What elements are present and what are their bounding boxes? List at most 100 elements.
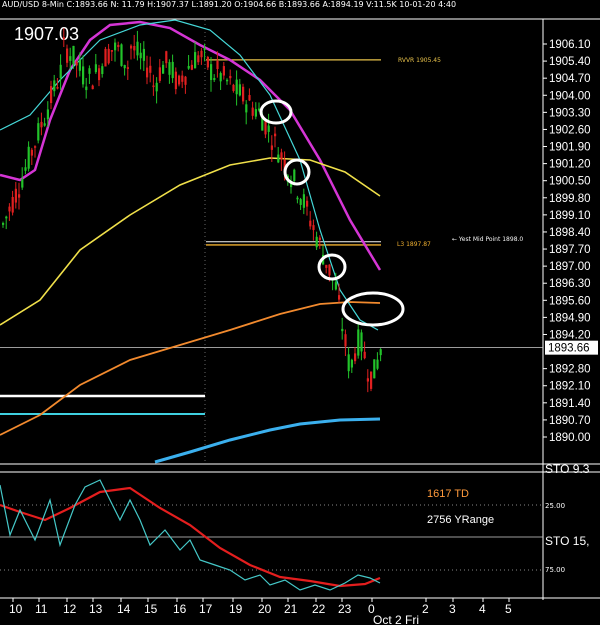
candle-body (27, 146, 30, 169)
candle-body (238, 84, 241, 96)
candle-body (162, 64, 165, 74)
candle-body (376, 359, 379, 369)
price-tick-label: 1899.80 (549, 193, 591, 205)
price-tick-label: 1899.10 (549, 210, 591, 222)
time-tick-label: 10 (9, 602, 23, 616)
candle-body (46, 109, 49, 120)
ma-magenta (0, 20, 382, 271)
time-tick-label: 23 (338, 602, 352, 616)
candle-body (296, 197, 299, 200)
candle-body (254, 109, 257, 117)
candle-body (59, 64, 62, 79)
candle-body (98, 68, 101, 81)
time-tick-label: 2 (422, 602, 429, 616)
time-tick-label: 20 (258, 602, 272, 616)
candle-body (379, 349, 382, 356)
header-quote-line: AUD/USD 8-Min C:1893.66 N: 11.79 H:1907.… (2, 0, 456, 9)
candle-body (187, 65, 190, 69)
candle-body (200, 50, 203, 58)
time-tick-label: 15 (144, 602, 158, 616)
price-tick-label: 1894.20 (549, 329, 591, 341)
candle-body (107, 48, 110, 64)
candle-body (130, 45, 133, 49)
price-axis: 1906.10 1905.40 1904.70 1904.00 1903.30 1902.… (543, 39, 598, 444)
candle-body (248, 95, 251, 101)
candle-body (299, 199, 302, 205)
annotation-circles (259, 99, 405, 327)
price-tick-label: 1892.80 (549, 364, 591, 376)
candle-body (242, 86, 245, 102)
candle-body (2, 223, 5, 225)
price-tick-label: 1904.70 (549, 73, 591, 85)
candle-body (181, 75, 184, 82)
candle-body (37, 123, 40, 141)
candle-body (235, 79, 238, 95)
price-tick-label: 1903.30 (549, 107, 591, 119)
candle-body (226, 79, 229, 82)
time-tick-label: 12 (63, 602, 77, 616)
date-label: Oct 2 Fri (373, 613, 419, 625)
candle-body (293, 169, 296, 181)
candle-body (206, 56, 209, 68)
candle-body (168, 62, 171, 75)
price-chart[interactable]: AUD/USD 8-Min C:1893.66 N: 11.79 H:1907.… (0, 0, 600, 625)
price-tick-label: 1897.00 (549, 261, 591, 273)
time-tick-label: 14 (117, 602, 131, 616)
candle-body (232, 84, 235, 91)
candle-body (251, 107, 254, 116)
candle-body (85, 86, 88, 91)
candle-body (277, 154, 280, 163)
candle-body (8, 206, 11, 212)
candle-body (219, 73, 222, 82)
td-label: 1617 TD (427, 488, 469, 500)
time-tick-label: 22 (312, 602, 326, 616)
price-tick-label: 1896.30 (549, 278, 591, 290)
candle-body (229, 75, 232, 79)
yest-mid-label: ← Yest Mid Point 1898.0 (452, 236, 523, 243)
sto-label-top: STO 9.3 (545, 462, 590, 476)
candle-body (363, 351, 366, 359)
candle-body (341, 328, 344, 332)
candle-body (210, 64, 213, 80)
price-tick-label: 1900.50 (549, 176, 591, 188)
level-lines (0, 59, 381, 415)
candle-body (11, 196, 14, 213)
oscillator-panel (0, 479, 381, 591)
price-tick-label: 1890.00 (549, 432, 591, 444)
candle-body (216, 60, 219, 70)
candle-body (155, 82, 158, 92)
candle-body (197, 55, 200, 63)
current-price-label: 1893.66 (548, 343, 590, 355)
candle-body (338, 295, 341, 300)
price-tick-label: 1890.70 (549, 415, 591, 427)
candle-body (328, 264, 331, 276)
time-tick-label: 3 (449, 602, 456, 616)
last-price-large: 1907.03 (14, 24, 79, 44)
candle-body (184, 76, 187, 85)
candle-body (174, 71, 177, 90)
candle-body (114, 42, 117, 51)
candle-body (133, 45, 136, 51)
candle-body (34, 146, 37, 148)
candle-body (62, 37, 65, 40)
time-tick-label: 11 (35, 602, 48, 616)
candle-body (245, 104, 248, 113)
time-tick-label: 4 (479, 602, 486, 616)
candle-body (91, 85, 94, 90)
price-tick-label: 1901.20 (549, 159, 591, 171)
candle-body (136, 41, 139, 56)
candles (2, 28, 382, 393)
candle-body (274, 133, 277, 137)
candle-body (30, 149, 33, 156)
candle-body (315, 236, 318, 248)
time-tick-label: 21 (284, 602, 298, 616)
candle-body (350, 359, 353, 368)
candle-body (264, 120, 267, 135)
candle-body (178, 75, 181, 85)
price-tick-label: 1898.40 (549, 227, 591, 239)
candle-body (318, 237, 321, 240)
price-tick-label: 1902.60 (549, 124, 591, 136)
candle-body (194, 52, 197, 69)
candle-body (5, 216, 8, 219)
candle-body (94, 64, 97, 73)
